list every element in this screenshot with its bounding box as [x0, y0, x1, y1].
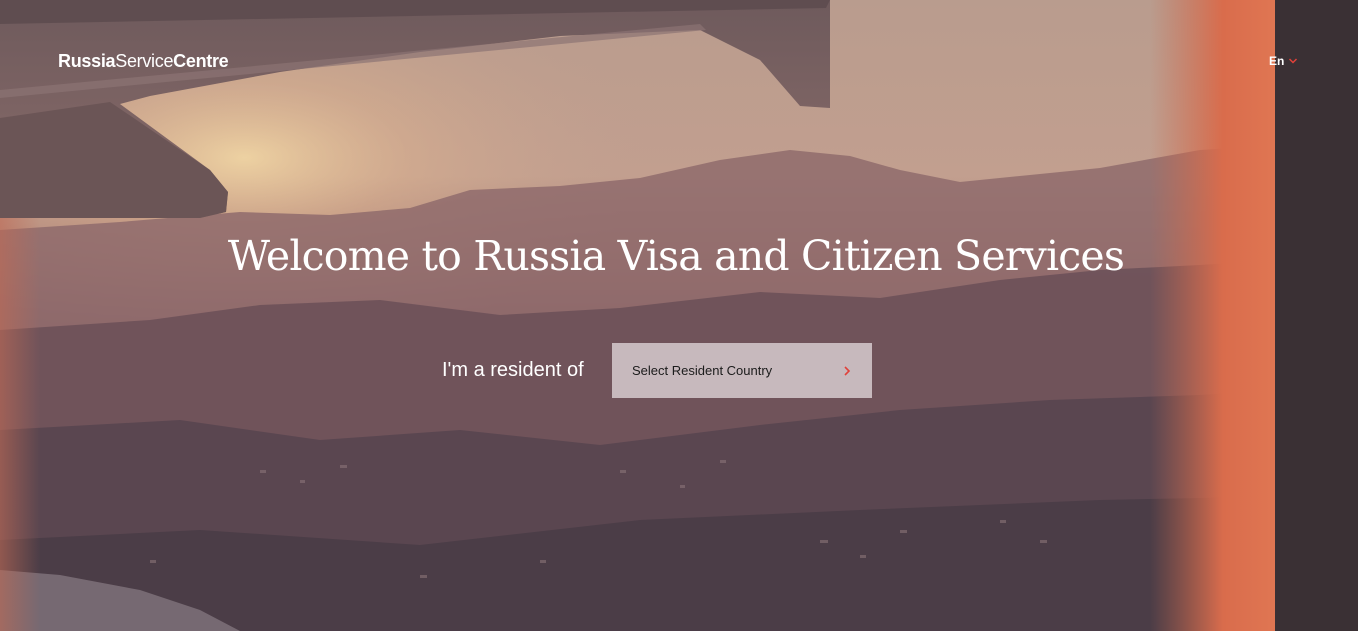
logo-part-centre: Centre: [173, 51, 229, 71]
chevron-down-icon: [1289, 58, 1298, 64]
logo-part-service: Service: [115, 51, 174, 71]
page-title: Welcome to Russia Visa and Citizen Servi…: [227, 232, 1125, 280]
hero-background-image: [0, 0, 1358, 631]
resident-selector-row: I'm a resident of Select Resident Countr…: [442, 343, 872, 398]
logo-part-russia: Russia: [58, 51, 116, 71]
language-selector[interactable]: En: [1269, 54, 1298, 68]
site-logo[interactable]: RussiaServiceCentre: [58, 51, 229, 72]
country-select-placeholder: Select Resident Country: [632, 363, 773, 378]
chevron-right-icon: [844, 365, 851, 376]
hero-section: [0, 0, 1358, 631]
resident-country-select[interactable]: Select Resident Country: [612, 343, 872, 398]
resident-label: I'm a resident of: [442, 359, 584, 381]
language-label: En: [1269, 54, 1285, 68]
